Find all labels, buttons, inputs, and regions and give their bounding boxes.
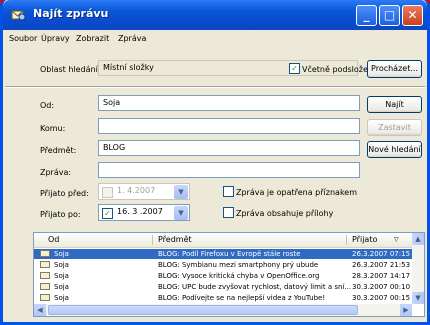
menu-soubor[interactable]: Soubor [9,34,37,43]
scroll-down-icon[interactable]: ▼ [412,292,424,304]
table-row[interactable]: Soja BLOG: Symbianu mezi smartphony prý … [34,260,412,270]
menu-zobrazit[interactable]: Zobrazit [76,34,109,43]
received-before-label: Přijato před: [40,189,89,198]
row-subject: BLOG: Podívejte se na nejlepší videa z Y… [158,294,326,302]
column-divider[interactable] [346,235,347,245]
find-button[interactable]: Najít [367,96,422,113]
row-received: 30.3.2007 00:15 [352,294,411,302]
include-subfolders-label[interactable]: Včetně podsložek [302,65,373,74]
envelope-icon [40,260,50,271]
scroll-up-icon[interactable]: ▲ [412,233,424,245]
attachments-label[interactable]: Zpráva obsahuje přílohy [236,209,333,218]
maximize-button[interactable]: □ [379,5,400,26]
message-label: Zpráva: [40,168,72,177]
vertical-scrollbar[interactable]: ▲ ▼ [412,233,424,304]
to-input[interactable] [98,118,360,134]
envelope-icon [40,293,50,304]
message-input[interactable] [98,162,360,178]
row-from: Soja [54,294,69,302]
find-envelope-icon [11,10,27,22]
menu-bar: Soubor Úpravy Zobrazit Zpráva [3,30,427,48]
results-list[interactable]: Od Předmět Přijato ▽ Soja BLOG: Podíl Fi… [33,232,425,317]
table-row[interactable]: Soja BLOG: Podíl Firefoxu v Evropě stále… [34,249,412,259]
subject-value: BLOG [103,143,126,152]
received-after-chevron-down-icon[interactable]: ▼ [174,206,188,220]
table-row[interactable]: Soja BLOG: Podívejte se na nejlepší vide… [34,293,412,303]
row-from: Soja [54,261,69,269]
title-bar[interactable]: Najít zprávu _ □ ✕ [3,0,427,30]
scope-label: Oblast hledání: [40,65,101,74]
flagged-label[interactable]: Zpráva je opatřena příznakem [236,188,357,197]
attachments-checkbox[interactable] [223,207,234,218]
scope-value: Místní složky [103,63,154,72]
column-subject[interactable]: Předmět [158,235,192,244]
include-subfolders-checkbox[interactable]: ✓ [289,63,300,74]
window-title: Najít zprávu [33,7,109,20]
scroll-right-icon[interactable]: ▶ [400,304,412,316]
row-subject: BLOG: Podíl Firefoxu v Evropě stále rost… [158,250,301,258]
row-received: 30.3.2007 00:10 [352,283,411,291]
find-message-window: Najít zprávu _ □ ✕ Soubor Úpravy Zobrazi… [0,0,430,325]
from-value: Soja [103,98,121,107]
received-after-picker[interactable]: ✓ 16. 3 .2007 ▼ [98,204,190,221]
column-from[interactable]: Od [48,235,59,244]
horizontal-scrollbar[interactable]: ◀ ▶ [34,304,412,316]
envelope-icon [40,282,50,293]
from-input[interactable]: Soja [98,95,360,111]
stop-button[interactable]: Zastavit [367,119,422,136]
row-received: 26.3.2007 21:53 [352,261,411,269]
scroll-left-icon[interactable]: ◀ [34,304,46,316]
row-from: Soja [54,272,69,280]
close-button[interactable]: ✕ [402,5,423,26]
received-before-checkbox[interactable] [102,187,113,198]
flagged-checkbox[interactable] [223,186,234,197]
horizontal-scroll-thumb[interactable] [48,305,358,315]
row-subject: BLOG: Vysoce kritická chyba v OpenOffice… [158,272,320,280]
column-divider[interactable] [152,235,153,245]
envelope-icon [40,249,50,260]
row-subject: BLOG: UPC bude zvyšovat rychlost, datový… [158,283,352,291]
to-label: Komu: [40,124,66,133]
sort-icon: ▽ [394,236,399,243]
row-subject: BLOG: Symbianu mezi smartphony prý ubude [158,261,319,269]
menu-zprava[interactable]: Zpráva [118,34,146,43]
subject-label: Předmět: [40,146,77,155]
subject-input[interactable]: BLOG [98,140,360,156]
table-row[interactable]: Soja BLOG: UPC bude zvyšovat rychlost, d… [34,282,412,292]
row-from: Soja [54,283,69,291]
received-before-picker[interactable]: 1. 4.2007 ▼ [98,183,190,200]
browse-button[interactable]: Procházet... [367,60,422,78]
received-before-value: 1. 4.2007 [117,186,156,195]
new-search-button[interactable]: Nové hledání [367,141,422,158]
left-strip [6,48,30,322]
received-after-checkbox[interactable]: ✓ [102,208,113,219]
row-received: 28.3.2007 14:17 [352,272,411,280]
received-before-chevron-down-icon[interactable]: ▼ [174,185,188,199]
column-received[interactable]: Přijato [352,235,377,244]
table-row[interactable]: Soja BLOG: Vysoce kritická chyba v OpenO… [34,271,412,281]
received-after-value: 16. 3 .2007 [117,207,163,216]
row-from: Soja [54,250,69,258]
results-header: Od Předmět Přijato ▽ [34,233,412,248]
row-received: 26.3.2007 07:15 [352,250,411,258]
minimize-button[interactable]: _ [356,5,377,26]
from-label: Od: [40,101,55,110]
divider [5,86,425,88]
menu-upravy[interactable]: Úpravy [41,34,70,43]
received-after-label: Přijato po: [40,210,81,219]
envelope-icon [40,271,50,282]
